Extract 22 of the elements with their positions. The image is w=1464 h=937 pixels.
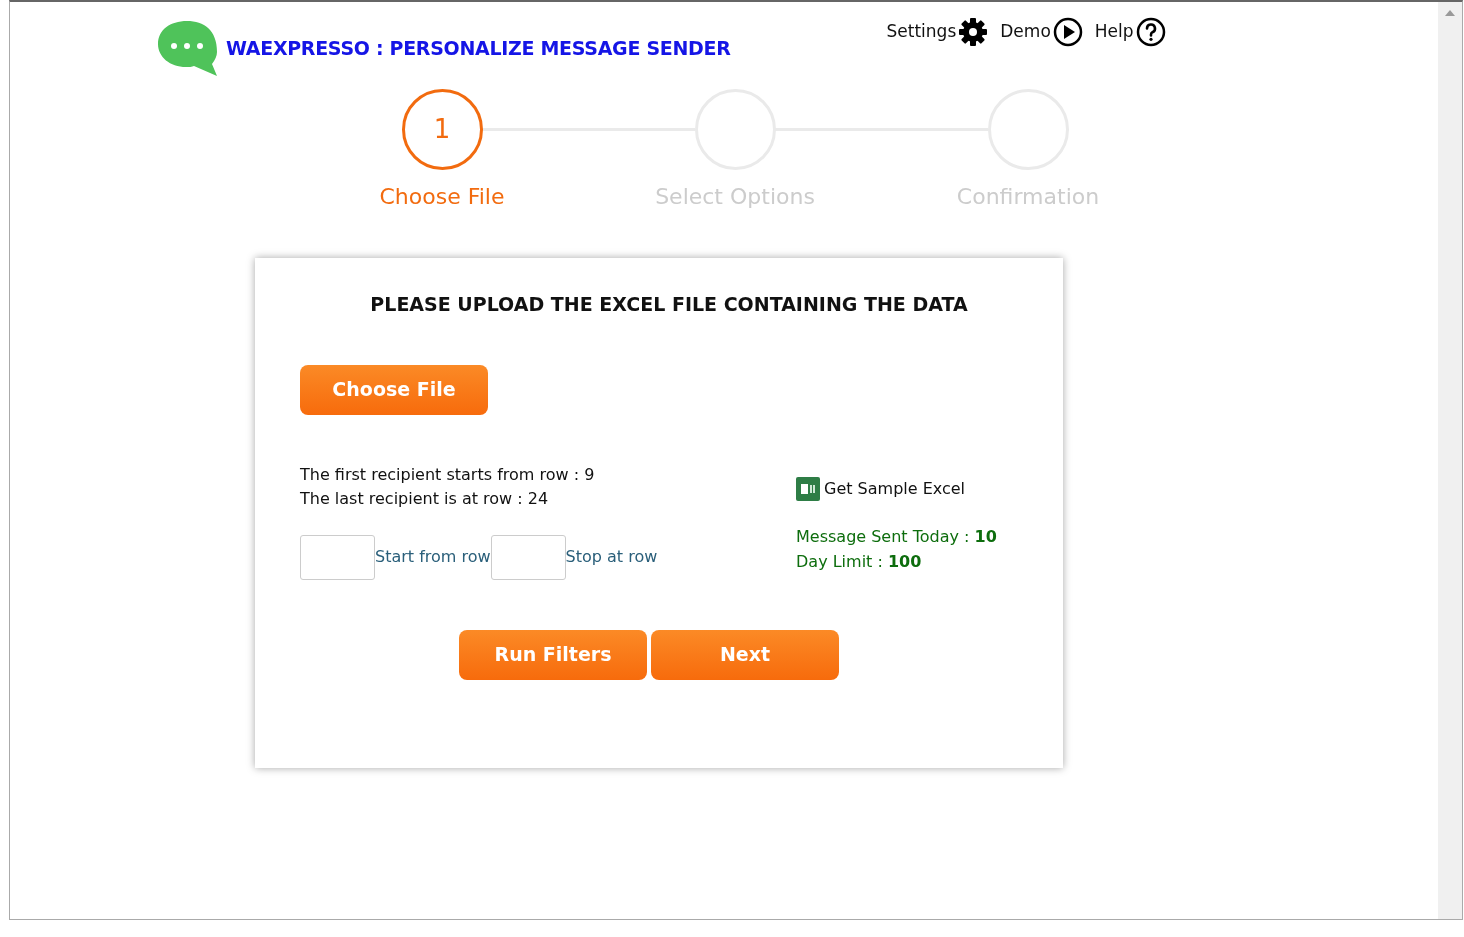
step-circle: 1 <box>401 89 483 170</box>
row-input[interactable] <box>300 534 375 580</box>
help-link[interactable]: Help <box>1094 17 1166 47</box>
field-label: Stop at row <box>565 546 658 568</box>
step-label: Choose File <box>379 183 505 211</box>
scroll-up-arrow-icon[interactable] <box>1445 10 1455 16</box>
chat-bubble-icon <box>156 19 218 77</box>
sample-excel-link[interactable]: Get Sample Excel <box>796 476 997 501</box>
play-icon <box>1052 17 1083 47</box>
gear-icon <box>958 17 989 47</box>
settings-link[interactable]: Settings <box>886 17 989 47</box>
spreadsheet-icon <box>796 476 820 501</box>
field-label: Start from row <box>375 546 491 568</box>
app-title: WAEXPRESSO : PERSONALIZE MESSAGE SENDER <box>226 35 731 61</box>
demo-link[interactable]: Demo <box>1000 17 1083 47</box>
stat-text: Message Sent Today : 10 <box>796 525 997 548</box>
stat-text: Day Limit : 100 <box>796 550 923 573</box>
help-icon <box>1135 17 1166 47</box>
info-text: The last recipient is at row : 24 <box>300 487 550 510</box>
info-text: The first recipient starts from row : 9 <box>300 463 596 486</box>
card-heading: PLEASE UPLOAD THE EXCEL FILE CONTAINING THE DATA <box>369 292 969 317</box>
row-input[interactable] <box>490 534 566 580</box>
